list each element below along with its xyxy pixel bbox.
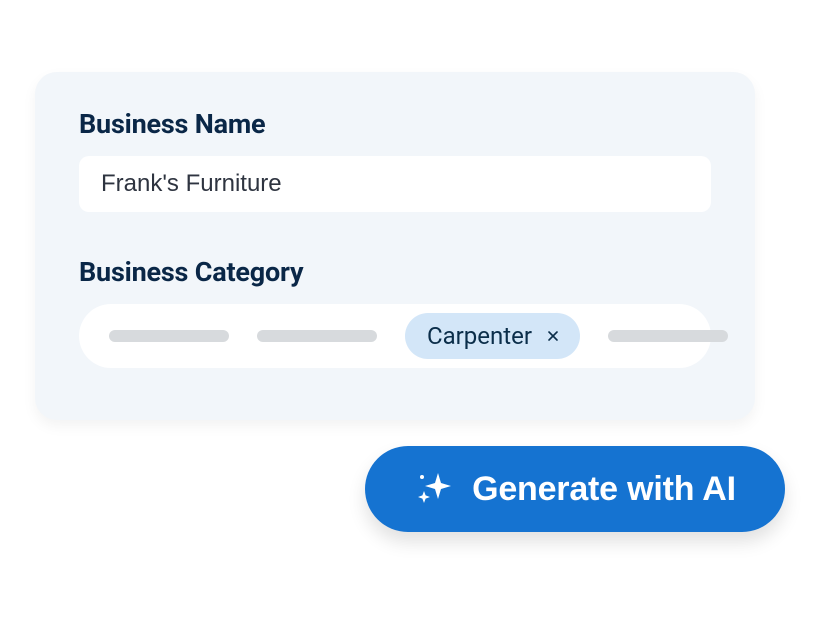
- business-name-section: Business Name: [79, 108, 711, 212]
- generate-with-ai-button[interactable]: Generate with AI: [365, 446, 785, 532]
- business-name-label: Business Name: [79, 108, 711, 140]
- close-icon[interactable]: [542, 325, 564, 347]
- category-placeholder: [608, 330, 728, 342]
- business-category-label: Business Category: [79, 256, 711, 288]
- sparkle-icon: [414, 469, 454, 509]
- business-category-input[interactable]: Carpenter: [79, 304, 711, 368]
- generate-button-label: Generate with AI: [472, 470, 736, 509]
- business-info-card: Business Name Business Category Carpente…: [35, 72, 755, 420]
- category-tag-label: Carpenter: [427, 322, 532, 350]
- category-placeholder: [257, 330, 377, 342]
- category-tag[interactable]: Carpenter: [405, 313, 580, 359]
- business-category-section: Business Category Carpenter: [79, 256, 711, 368]
- business-name-input[interactable]: [79, 156, 711, 212]
- category-placeholder: [109, 330, 229, 342]
